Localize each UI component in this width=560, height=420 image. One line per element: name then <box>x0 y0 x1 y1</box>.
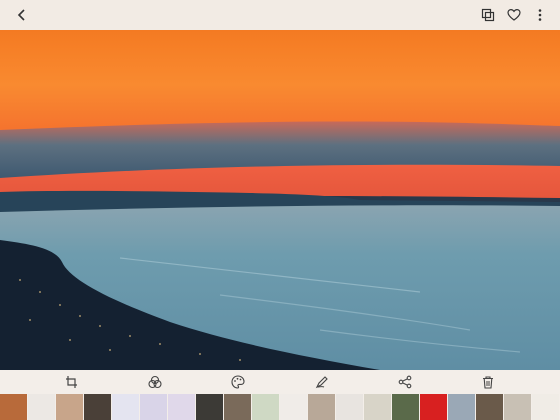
crop-rotate-icon[interactable] <box>61 371 83 393</box>
thumbnail-item[interactable] <box>504 394 532 420</box>
thumbnail-item[interactable] <box>168 394 196 420</box>
thumbnail-item[interactable] <box>84 394 112 420</box>
heart-icon[interactable] <box>502 3 526 27</box>
thumbnail-item[interactable] <box>476 394 504 420</box>
thumbnail-item[interactable] <box>196 394 224 420</box>
thumbnail-item[interactable] <box>364 394 392 420</box>
top-bar-actions <box>474 3 552 27</box>
thumbnail-item[interactable] <box>0 394 28 420</box>
thumbnail-item[interactable] <box>448 394 476 420</box>
chevron-left-icon[interactable] <box>10 3 34 27</box>
thumbnail-item[interactable] <box>252 394 280 420</box>
thumbnail-item[interactable] <box>224 394 252 420</box>
thumbnail-item[interactable] <box>532 394 560 420</box>
copy-icon[interactable] <box>476 3 500 27</box>
thumbnail-item[interactable] <box>56 394 84 420</box>
photo-viewer <box>0 0 560 420</box>
more-vertical-icon[interactable] <box>528 3 552 27</box>
trash-icon[interactable] <box>477 371 499 393</box>
thumbnail-item[interactable] <box>140 394 168 420</box>
thumbnail-item[interactable] <box>336 394 364 420</box>
filters-icon[interactable] <box>144 371 166 393</box>
thumbnail-item[interactable] <box>308 394 336 420</box>
thumbnail-filmstrip <box>0 394 560 420</box>
share-icon[interactable] <box>394 371 416 393</box>
thumbnail-item[interactable] <box>392 394 420 420</box>
top-bar-left <box>10 3 34 27</box>
thumbnail-item[interactable] <box>420 394 448 420</box>
thumbnail-item[interactable] <box>112 394 140 420</box>
photo-image[interactable] <box>0 30 560 370</box>
draw-icon[interactable] <box>311 371 333 393</box>
thumbnail-item[interactable] <box>280 394 308 420</box>
top-bar <box>0 0 560 30</box>
palette-icon[interactable] <box>227 371 249 393</box>
thumbnail-item[interactable] <box>28 394 56 420</box>
edit-toolbar <box>0 370 560 394</box>
